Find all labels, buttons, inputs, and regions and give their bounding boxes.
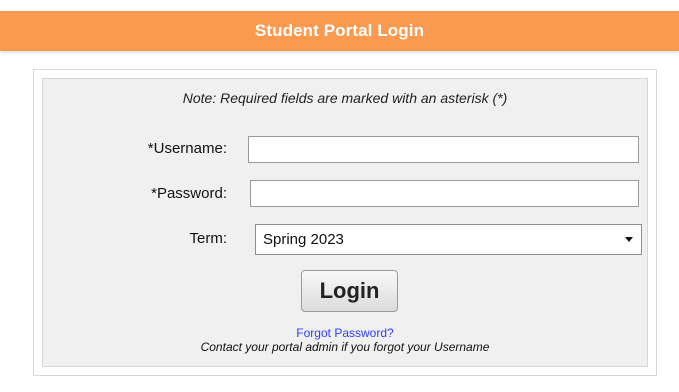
chevron-down-icon [625,237,633,242]
page-header: Student Portal Login [0,0,679,58]
term-select[interactable]: Spring 2023 [255,224,642,255]
username-label: *Username: [147,140,227,157]
login-button[interactable]: Login [301,270,398,312]
password-label: *Password: [151,185,227,202]
page-title: Student Portal Login [254,21,425,40]
required-fields-note: Note: Required fields are marked with an… [182,90,508,106]
username-help-text: Contact your portal admin if you forgot … [200,340,490,354]
forgot-password-link[interactable]: Forgot Password? [42,326,648,340]
term-selected-value: Spring 2023 [263,231,344,248]
password-input[interactable] [250,180,639,207]
username-input[interactable] [248,136,639,163]
term-label: Term: [189,230,228,247]
login-form [42,78,648,367]
